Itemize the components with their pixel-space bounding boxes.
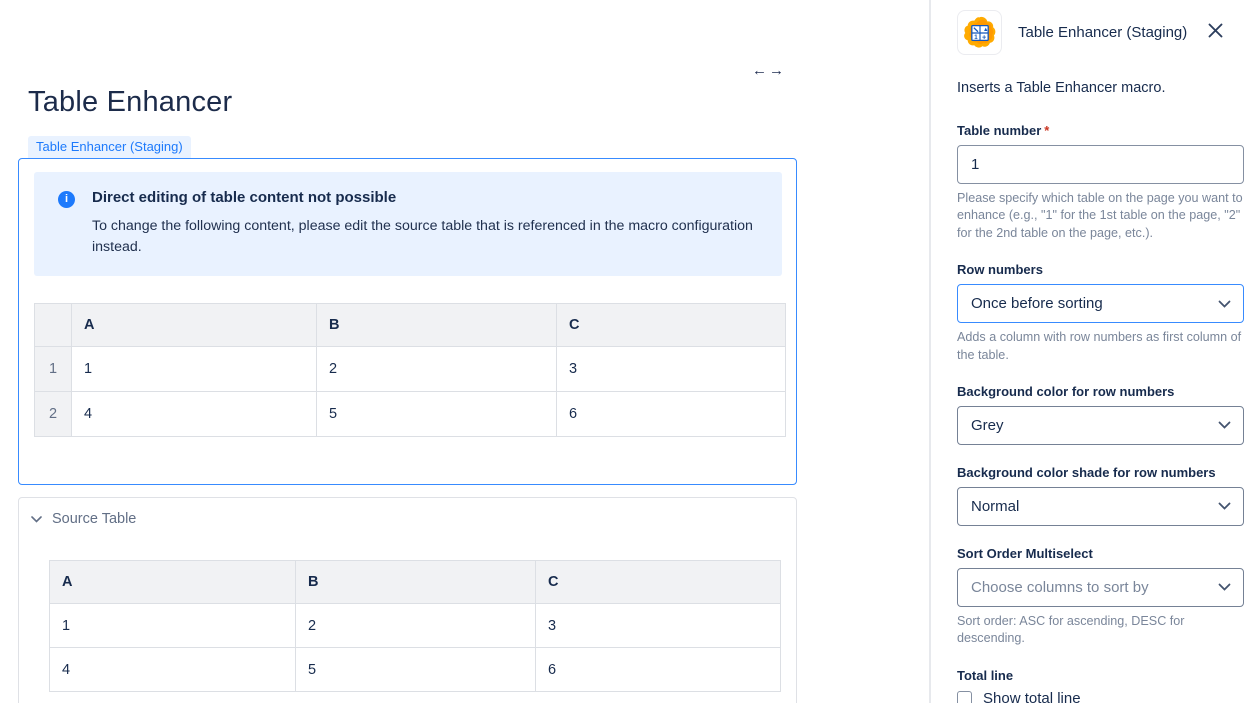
row-number-header-cell — [35, 304, 72, 347]
source-section-toggle[interactable]: Source Table — [31, 511, 796, 527]
sort-order-select[interactable]: Choose columns to sort by — [957, 568, 1244, 607]
info-panel: i Direct editing of table content not po… — [34, 172, 782, 276]
field-table-number: Table number* Please specify which table… — [957, 123, 1244, 242]
show-total-line-checkbox[interactable] — [957, 691, 972, 703]
chevron-down-icon — [1218, 502, 1231, 510]
column-header-c: C — [557, 304, 786, 347]
row-numbers-select[interactable]: Once before sorting — [957, 284, 1244, 323]
field-row-numbers: Row numbers Once before sorting Adds a c… — [957, 262, 1244, 364]
info-icon: i — [58, 191, 75, 208]
panel-title: Table Enhancer (Staging) — [1018, 24, 1187, 41]
source-table-label: Source Table — [52, 511, 136, 527]
table-cell: 3 — [536, 604, 781, 648]
table-number-label-text: Table number — [957, 123, 1041, 138]
table-cell: 1 — [50, 604, 296, 648]
chevron-down-icon — [1218, 300, 1231, 308]
row-number-cell: 1 — [35, 347, 72, 392]
source-column-header-c: C — [536, 561, 781, 604]
row-numbers-selected-value: Once before sorting — [971, 295, 1103, 312]
field-sort-order: Sort Order Multiselect Choose columns to… — [957, 546, 1244, 648]
macro-chip[interactable]: Table Enhancer (Staging) — [28, 136, 191, 158]
table-cell: 2 — [317, 347, 557, 392]
source-table: A B C 1 2 3 4 5 6 — [49, 560, 781, 692]
bg-shade-select[interactable]: Normal — [957, 487, 1244, 526]
macro-config-panel: 1 + Table Enhancer (Staging) Inserts a T… — [929, 0, 1253, 703]
bg-shade-label: Background color shade for row numbers — [957, 465, 1244, 480]
sort-order-placeholder: Choose columns to sort by — [971, 579, 1149, 596]
bg-color-select[interactable]: Grey — [957, 406, 1244, 445]
macro-container[interactable]: i Direct editing of table content not po… — [18, 158, 797, 485]
field-bg-shade: Background color shade for row numbers N… — [957, 465, 1244, 526]
source-column-header-b: B — [296, 561, 536, 604]
source-column-header-a: A — [50, 561, 296, 604]
close-icon — [1207, 27, 1224, 42]
bg-color-label: Background color for row numbers — [957, 384, 1244, 399]
source-table-section: Source Table A B C 1 2 3 4 5 6 — [18, 497, 797, 703]
table-cell: 2 — [296, 604, 536, 648]
table-row: 1 2 3 — [50, 604, 781, 648]
source-table-header-row: A B C — [50, 561, 781, 604]
table-cell: 4 — [72, 392, 317, 437]
table-number-helper: Please specify which table on the page y… — [957, 190, 1244, 242]
row-numbers-helper: Adds a column with row numbers as first … — [957, 329, 1244, 364]
table-number-input[interactable] — [957, 145, 1244, 184]
table-cell: 6 — [557, 392, 786, 437]
table-number-label: Table number* — [957, 123, 1244, 138]
enhanced-table: A B C 1 1 2 3 2 4 5 6 — [34, 303, 786, 437]
table-cell: 1 — [72, 347, 317, 392]
table-cell: 4 — [50, 648, 296, 692]
chevron-down-icon — [1218, 421, 1231, 429]
show-total-line-label: Show total line — [983, 690, 1081, 703]
table-row: 2 4 5 6 — [35, 392, 786, 437]
table-cell: 5 — [296, 648, 536, 692]
field-total-line: Total line Show total line The total lin… — [957, 668, 1244, 703]
info-content: Direct editing of table content not poss… — [92, 189, 762, 257]
page-title: Table Enhancer — [28, 86, 929, 119]
editor-main: ←→ Table Enhancer Table Enhancer (Stagin… — [0, 0, 929, 703]
row-numbers-label: Row numbers — [957, 262, 1244, 277]
chevron-down-icon — [1218, 583, 1231, 591]
table-cell: 3 — [557, 347, 786, 392]
table-cell: 6 — [536, 648, 781, 692]
column-header-a: A — [72, 304, 317, 347]
info-title: Direct editing of table content not poss… — [92, 189, 762, 206]
show-total-line-row[interactable]: Show total line — [957, 690, 1244, 703]
table-row: 4 5 6 — [50, 648, 781, 692]
bg-color-selected-value: Grey — [971, 417, 1004, 434]
svg-text:+: + — [982, 32, 986, 41]
total-line-label: Total line — [957, 668, 1244, 683]
table-cell: 5 — [317, 392, 557, 437]
table-enhancer-app-icon: 1 + — [957, 10, 1002, 55]
enhanced-table-header-row: A B C — [35, 304, 786, 347]
editor-width-toggle-icon[interactable]: ←→ — [752, 62, 786, 79]
sort-order-label: Sort Order Multiselect — [957, 546, 1244, 561]
info-body: To change the following content, please … — [92, 216, 762, 257]
panel-description: Inserts a Table Enhancer macro. — [957, 80, 1243, 96]
close-button[interactable] — [1203, 18, 1228, 43]
chevron-down-icon — [31, 516, 42, 523]
required-asterisk: * — [1044, 123, 1049, 138]
column-header-b: B — [317, 304, 557, 347]
bg-shade-selected-value: Normal — [971, 498, 1019, 515]
sort-order-helper: Sort order: ASC for ascending, DESC for … — [957, 613, 1244, 648]
table-row: 1 1 2 3 — [35, 347, 786, 392]
svg-text:1: 1 — [974, 34, 978, 41]
field-bg-color: Background color for row numbers Grey — [957, 384, 1244, 445]
panel-header: 1 + Table Enhancer (Staging) — [957, 10, 1243, 55]
row-number-cell: 2 — [35, 392, 72, 437]
